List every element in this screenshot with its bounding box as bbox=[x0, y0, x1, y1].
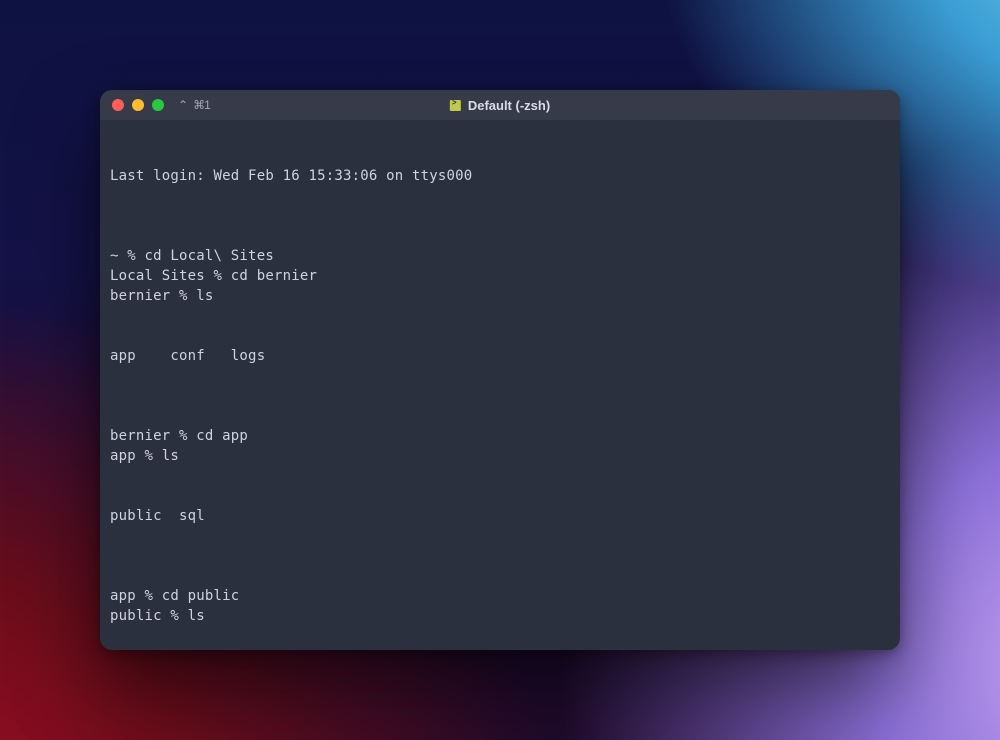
minimize-button[interactable] bbox=[132, 99, 144, 111]
tab-indicator[interactable]: ⌃ ⌘1 bbox=[178, 98, 210, 112]
window-title-text: Default (-zsh) bbox=[468, 98, 550, 113]
tab-shortcut: ⌘1 bbox=[193, 98, 210, 112]
close-button[interactable] bbox=[112, 99, 124, 111]
prompt-line: app % ls bbox=[110, 446, 890, 466]
prompt-line: ~ % cd Local\ Sites bbox=[110, 246, 890, 266]
window-title: Default (-zsh) bbox=[450, 98, 550, 113]
window-titlebar[interactable]: ⌃ ⌘1 Default (-zsh) bbox=[100, 90, 900, 120]
ls-output: public sql bbox=[110, 506, 890, 526]
terminal-window: ⌃ ⌘1 Default (-zsh) Last login: Wed Feb 1… bbox=[100, 90, 900, 650]
last-login-line: Last login: Wed Feb 16 15:33:06 on ttys0… bbox=[110, 166, 890, 186]
window-controls bbox=[112, 99, 164, 111]
prompt-line: bernier % ls bbox=[110, 286, 890, 306]
terminal-content[interactable]: Last login: Wed Feb 16 15:33:06 on ttys0… bbox=[100, 120, 900, 650]
ls-output: app conf logs bbox=[110, 346, 890, 366]
zoom-button[interactable] bbox=[152, 99, 164, 111]
prompt-line: public % ls bbox=[110, 606, 890, 626]
prompt-line: Local Sites % cd bernier bbox=[110, 266, 890, 286]
process-icon bbox=[450, 100, 461, 111]
prompt-line: bernier % cd app bbox=[110, 426, 890, 446]
prompt-line: app % cd public bbox=[110, 586, 890, 606]
tab-shortcut-prefix: ⌃ bbox=[178, 98, 187, 112]
